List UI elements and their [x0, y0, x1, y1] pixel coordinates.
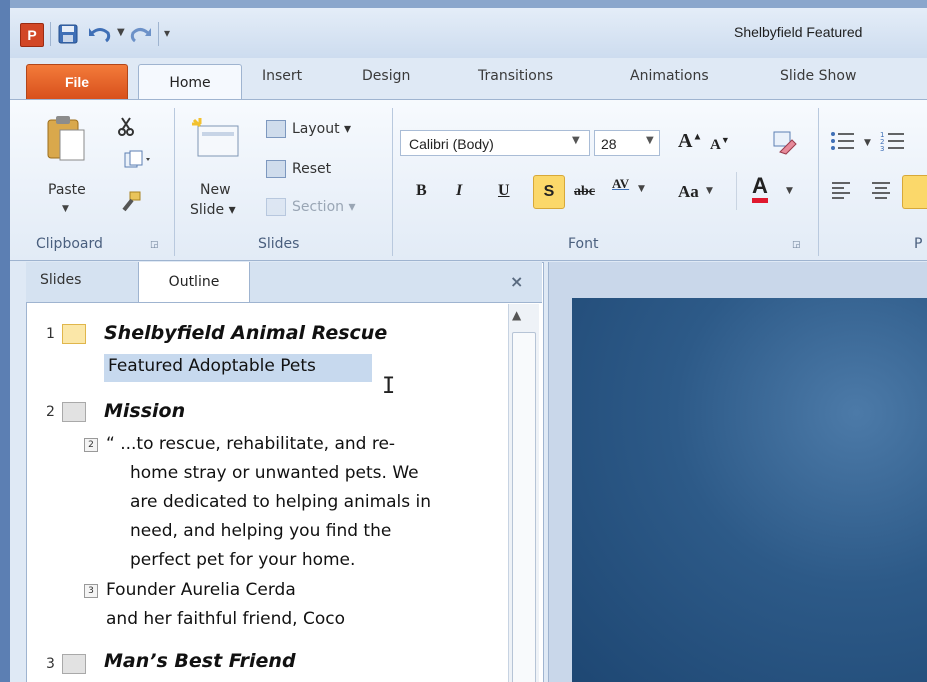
outline-text[interactable]: Founder Aurelia Cerda	[106, 580, 296, 600]
underline-button[interactable]: U	[498, 182, 510, 200]
cut-icon[interactable]	[118, 116, 136, 136]
outline-text[interactable]: perfect pet for your home.	[130, 550, 355, 570]
change-case-button[interactable]: Aa	[678, 182, 699, 202]
font-dialog-launcher[interactable]: ◲	[792, 240, 801, 250]
text-cursor-icon: I	[382, 374, 396, 399]
tab-transitions[interactable]: Transitions	[478, 68, 553, 84]
paste-icon[interactable]	[46, 114, 86, 164]
bullets-icon[interactable]	[830, 130, 856, 152]
svg-text:3: 3	[880, 145, 884, 152]
copy-icon[interactable]	[124, 150, 154, 170]
ribbon	[10, 99, 927, 261]
new-slide-dropdown[interactable]: Slide ▾	[190, 202, 236, 218]
reset-button[interactable]: Reset	[266, 160, 331, 178]
undo-icon[interactable]	[88, 24, 114, 44]
paste-button-label[interactable]: Paste	[48, 182, 86, 198]
tab-insert[interactable]: Insert	[262, 68, 302, 84]
character-spacing-button[interactable]: AV	[612, 176, 629, 192]
layout-icon	[266, 120, 286, 138]
customize-qat-button[interactable]: ▾	[164, 26, 170, 40]
tab-animations[interactable]: Animations	[630, 68, 709, 84]
font-divider	[736, 172, 737, 210]
section-icon	[266, 198, 286, 216]
qat-separator	[158, 22, 159, 46]
outline-level-icon: 3	[84, 584, 98, 598]
tab-home[interactable]: Home	[138, 64, 242, 101]
tab-slides[interactable]: Slides	[40, 272, 81, 288]
font-color-arrow[interactable]: ▼	[786, 186, 793, 196]
font-group-label: Font	[568, 236, 599, 252]
slides-group-label: Slides	[258, 236, 300, 252]
font-color-button[interactable]: A	[752, 174, 768, 203]
close-pane-icon[interactable]: ×	[510, 272, 523, 291]
font-size-dropdown-arrow[interactable]: ▼	[646, 135, 654, 146]
change-case-arrow[interactable]: ▼	[706, 186, 713, 196]
outline-text[interactable]: and her faithful friend, Coco	[106, 609, 345, 629]
group-separator	[174, 108, 175, 256]
group-separator	[392, 108, 393, 256]
slide-thumbnail-icon[interactable]	[62, 654, 86, 674]
outline-text[interactable]: need, and helping you find the	[130, 521, 391, 541]
redo-icon[interactable]	[130, 24, 152, 44]
window-frame-left	[0, 0, 10, 682]
slide-title[interactable]: Shelbyfield Animal Rescue	[104, 322, 387, 344]
outline-level-icon: 2	[84, 438, 98, 452]
bullets-dropdown-arrow[interactable]: ▼	[864, 138, 871, 148]
clear-formatting-icon[interactable]	[772, 130, 798, 156]
new-slide-label[interactable]: New	[200, 182, 231, 198]
text-shadow-button[interactable]: S	[533, 175, 565, 209]
qat-separator	[50, 22, 51, 46]
format-painter-icon[interactable]	[118, 190, 142, 214]
outline-text[interactable]: Featured Adoptable Pets	[108, 356, 316, 376]
character-spacing-arrow[interactable]: ▼	[638, 184, 645, 194]
powerpoint-app-icon[interactable]: P	[20, 23, 44, 47]
tab-file[interactable]: File	[26, 64, 128, 99]
numbering-icon[interactable]: 123	[880, 130, 906, 152]
reset-icon	[266, 160, 286, 178]
slide-number: 1	[46, 326, 55, 342]
shrink-font-button[interactable]: A▼	[710, 135, 730, 154]
new-slide-icon[interactable]	[190, 116, 242, 160]
group-separator	[818, 108, 819, 256]
save-icon[interactable]	[58, 24, 78, 44]
undo-dropdown-arrow[interactable]: ▼	[117, 27, 125, 38]
font-name-dropdown-arrow[interactable]: ▼	[572, 135, 580, 146]
section-button[interactable]: Section ▾	[266, 198, 356, 216]
outline-text[interactable]: home stray or unwanted pets. We	[130, 463, 419, 483]
grow-font-button[interactable]: A▲	[678, 130, 702, 153]
pane-tab-strip	[26, 262, 542, 303]
tab-design[interactable]: Design	[362, 68, 410, 84]
align-center-icon[interactable]	[870, 180, 892, 200]
slide-number: 3	[46, 656, 55, 672]
clipboard-group-label: Clipboard	[36, 236, 103, 252]
slide-thumbnail-icon[interactable]	[62, 324, 86, 344]
strikethrough-button[interactable]: abc	[574, 184, 595, 200]
slide-canvas[interactable]	[572, 298, 927, 682]
clipboard-dialog-launcher[interactable]: ◲	[150, 240, 159, 250]
tab-outline[interactable]: Outline	[138, 262, 250, 302]
bold-button[interactable]: B	[416, 182, 427, 200]
paste-dropdown-arrow[interactable]: ▼	[62, 204, 69, 214]
slide-title[interactable]: Man’s Best Friend	[104, 650, 296, 672]
outline-text[interactable]: are dedicated to helping animals in	[130, 492, 431, 512]
scroll-up-arrow[interactable]: ▲	[512, 308, 521, 322]
window-title: Shelbyfield Featured	[734, 24, 863, 40]
outline-text[interactable]: “ ...to rescue, rehabilitate, and re-	[106, 434, 395, 454]
align-left-icon[interactable]	[830, 180, 852, 200]
italic-button[interactable]: I	[456, 182, 462, 200]
scrollbar-thumb[interactable]	[512, 332, 536, 682]
font-name-box[interactable]: Calibri (Body)	[400, 130, 590, 156]
slide-thumbnail-icon[interactable]	[62, 402, 86, 422]
window-frame-top	[10, 0, 927, 8]
paragraph-group-label: P	[914, 236, 923, 252]
tab-slide-show[interactable]: Slide Show	[780, 68, 856, 84]
powerpoint-window: P ▼ ▾ Shelbyfield Featured File Home Ins…	[0, 0, 927, 682]
align-right-button[interactable]	[902, 175, 927, 209]
slide-title[interactable]: Mission	[104, 400, 185, 422]
layout-button[interactable]: Layout ▾	[266, 120, 351, 138]
slide-number: 2	[46, 404, 55, 420]
